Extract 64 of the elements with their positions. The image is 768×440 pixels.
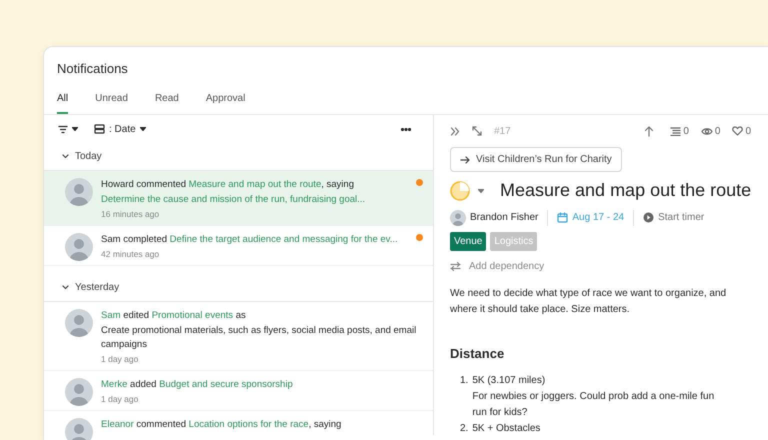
arrow-right-icon xyxy=(460,156,470,164)
avatar xyxy=(450,210,466,226)
task-description: We need to decide what type of race we want to organize, and where it should take place. Size matters. xyxy=(450,286,728,317)
notification-text: Merke added Budget and secure sponsorship xyxy=(101,378,294,392)
notification-item[interactable]: Sam completed Define the target audience and messaging for the ev... 42 minutes ago xyxy=(44,226,433,266)
caret-icon[interactable] xyxy=(72,127,78,131)
calendar-icon[interactable] xyxy=(557,212,568,224)
avatar xyxy=(65,308,93,337)
tag[interactable]: Venue xyxy=(450,232,486,251)
list-number: 2. xyxy=(460,422,468,436)
window-title: Notifications xyxy=(56,60,129,78)
avatar xyxy=(65,418,93,440)
notification-item[interactable]: Sam edited Promotional events as Create promotional materials, such as flyers, social media posts, and email campaigns 1 day ago xyxy=(44,302,433,370)
eye-icon[interactable] xyxy=(700,126,713,136)
notification-excerpt: Create promotional materials, such as flyers, social media posts, and email campaigns xyxy=(101,324,418,352)
subtasks-icon[interactable] xyxy=(670,126,682,136)
avatar xyxy=(65,232,93,261)
tab[interactable]: Read xyxy=(154,88,179,114)
more-icon[interactable] xyxy=(401,128,411,130)
tab[interactable]: Approval xyxy=(206,88,246,114)
list-item-note: For newbies or joggers. Could prob add a one-mile fun run for kids? xyxy=(472,390,716,420)
tab[interactable]: All xyxy=(57,88,68,114)
parent-task-button[interactable]: Visit Children’s Run for Charity xyxy=(450,147,622,172)
chevron-down-icon[interactable] xyxy=(62,154,69,159)
watcher-count: 0 xyxy=(714,124,720,138)
expand-icon[interactable] xyxy=(472,126,482,136)
add-dependency-link[interactable]: Add dependency xyxy=(469,258,544,274)
assignee-name[interactable]: Brandon Fisher xyxy=(470,210,538,226)
task-title: Measure and map out the route xyxy=(500,180,752,202)
timestamp: 16 minutes ago xyxy=(101,208,160,221)
filter-icon[interactable] xyxy=(58,124,68,134)
timestamp: 42 minutes ago xyxy=(101,248,160,260)
heart-icon[interactable] xyxy=(732,126,744,136)
group-by-label[interactable]: : Date xyxy=(109,122,136,136)
subtask-count: 0 xyxy=(683,124,689,138)
notification-text: Sam completed Define the target audience and messaging for the ev... xyxy=(101,232,399,247)
start-timer-label[interactable]: Start timer xyxy=(658,210,704,226)
notification-text: Howard commented Measure and map out the route, saying xyxy=(101,178,355,192)
notification-excerpt: Determine the cause and mission of the run, fundraising goal... xyxy=(101,193,366,207)
avatar xyxy=(65,178,93,206)
list-item-title: 5K (3.107 miles) xyxy=(472,374,546,388)
like-count: 0 xyxy=(745,124,751,138)
chevron-down-icon[interactable] xyxy=(62,284,69,290)
avatar xyxy=(65,378,93,406)
section-heading: Distance xyxy=(450,344,506,363)
play-icon[interactable] xyxy=(643,212,654,224)
section-title[interactable]: Yesterday xyxy=(75,280,120,295)
notification-text: Eleanor commented Location options for the race, saying xyxy=(101,418,342,432)
section-title[interactable]: Today xyxy=(75,149,102,164)
notification-item[interactable]: Merke added Budget and secure sponsorship 1 day ago xyxy=(44,370,433,410)
notification-item[interactable]: Howard commented Measure and map out the route, saying Determine the cause and mission of the run, fundraising goal... 16 minutes ago xyxy=(44,171,433,226)
timestamp: 1 day ago xyxy=(101,352,140,366)
caret-icon[interactable] xyxy=(140,127,146,131)
double-chevron-icon[interactable] xyxy=(450,126,460,136)
timestamp: 1 day ago xyxy=(101,392,140,406)
tab[interactable]: Unread xyxy=(95,88,128,114)
notification-text: Sam edited Promotional events as xyxy=(101,308,247,323)
task-number: #17 xyxy=(494,124,511,138)
notification-item[interactable]: Eleanor commented Location options for the race, saying xyxy=(44,410,433,440)
group-icon[interactable] xyxy=(94,124,105,134)
up-arrow-icon[interactable] xyxy=(644,126,654,136)
swap-arrows-icon[interactable] xyxy=(450,262,461,271)
list-item-title: 5K + Obstacles xyxy=(472,422,540,436)
list-number: 1. xyxy=(460,374,468,388)
